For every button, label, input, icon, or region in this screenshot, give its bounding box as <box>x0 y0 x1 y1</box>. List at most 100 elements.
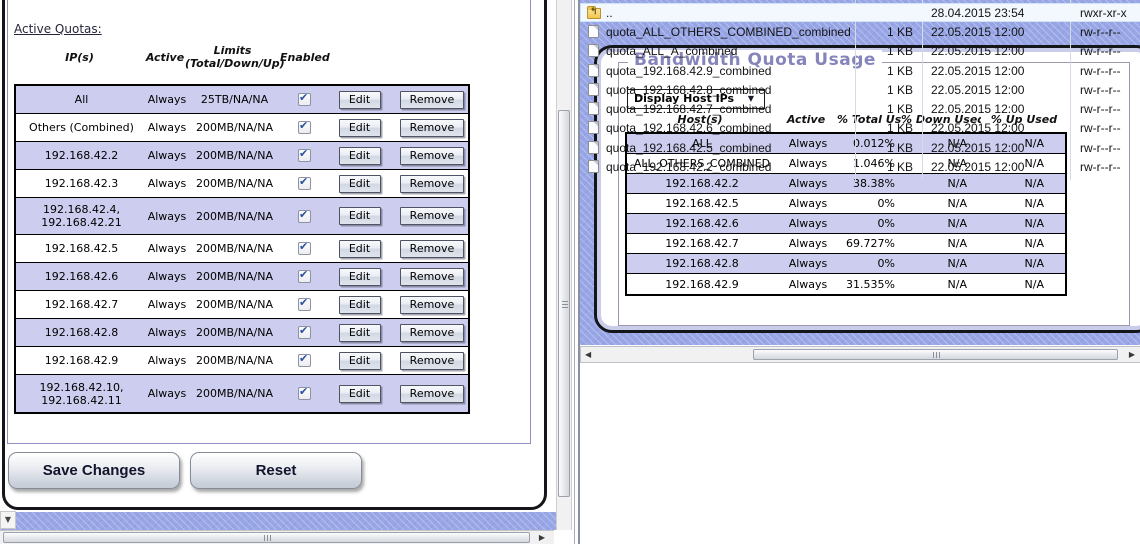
file-row[interactable]: quota_192.168.42.2_combined 1 KB 22.05.2… <box>580 157 1140 176</box>
remove-button[interactable]: Remove <box>400 385 464 403</box>
edit-button[interactable]: Edit <box>339 268 381 286</box>
remove-button[interactable]: Remove <box>400 119 464 137</box>
remove-button[interactable]: Remove <box>400 207 464 225</box>
file-row[interactable]: quota_192.168.42.6_combined 1 KB 22.05.2… <box>580 119 1140 138</box>
remove-button[interactable]: Remove <box>400 296 464 314</box>
file-permissions: rw-r--r-- <box>1070 44 1140 58</box>
right-horizontal-scrollbar-thumb[interactable] <box>753 349 1118 360</box>
quota-row: 192.168.42.6 Always 200MB/NA/NA ✔ Edit R… <box>16 263 468 291</box>
remove-button[interactable]: Remove <box>400 324 464 342</box>
file-size: 1 KB <box>855 102 922 116</box>
file-row[interactable]: quota_192.168.42.7_combined 1 KB 22.05.2… <box>580 99 1140 118</box>
quota-active: Always <box>147 387 187 400</box>
remove-button[interactable]: Remove <box>400 240 464 258</box>
edit-button[interactable]: Edit <box>339 240 381 258</box>
scroll-right-button[interactable]: ▶ <box>531 531 553 544</box>
up-arrow-glyph: ↰ <box>590 6 598 17</box>
quota-ips: 192.168.42.2 <box>16 149 147 162</box>
enabled-checkbox[interactable]: ✔ <box>298 177 311 190</box>
remove-button[interactable]: Remove <box>400 175 464 193</box>
arrow-down-icon: ▼ <box>5 515 11 524</box>
file-row[interactable]: quota_192.168.42.8_combined 1 KB 22.05.2… <box>580 80 1140 99</box>
file-row[interactable]: quota_192.168.42.9_combined 1 KB 22.05.2… <box>580 61 1140 80</box>
edit-button[interactable]: Edit <box>339 147 381 165</box>
checkmark-icon: ✔ <box>299 296 308 309</box>
remove-button[interactable]: Remove <box>400 91 464 109</box>
file-row[interactable]: quota_ALL_A_combined 1 KB 22.05.2015 12:… <box>580 42 1140 61</box>
file-size: 1 KB <box>855 25 922 39</box>
file-permissions: rw-r--r-- <box>1070 141 1140 155</box>
file-name: quota_192.168.42.6_combined <box>580 121 855 135</box>
enabled-checkbox[interactable]: ✔ <box>298 298 311 311</box>
enabled-checkbox[interactable]: ✔ <box>298 149 311 162</box>
usage-row: 192.168.42.6 Always 0% N/A N/A <box>627 214 1065 234</box>
usage-row: 192.168.42.5 Always 0% N/A N/A <box>627 194 1065 214</box>
quota-row: Others (Combined) Always 200MB/NA/NA ✔ E… <box>16 114 468 142</box>
checkmark-icon: ✔ <box>299 385 308 398</box>
edit-button[interactable]: Edit <box>339 207 381 225</box>
quota-row: All Always 25TB/NA/NA ✔ Edit Remove <box>16 86 468 114</box>
file-name: quota_192.168.42.9_combined <box>580 64 855 78</box>
file-name: quota_192.168.42.2_combined <box>580 160 855 174</box>
enabled-checkbox[interactable]: ✔ <box>298 270 311 283</box>
quota-active: Always <box>147 93 187 106</box>
file-row[interactable]: quota_192.168.42.5_combined 1 KB 22.05.2… <box>580 138 1140 157</box>
scroll-down-button[interactable]: ▼ <box>0 511 16 529</box>
file-permissions: rw-r--r-- <box>1070 102 1140 116</box>
quota-active: Always <box>147 177 187 190</box>
quota-row: 192.168.42.7 Always 200MB/NA/NA ✔ Edit R… <box>16 291 468 319</box>
edit-button[interactable]: Edit <box>339 175 381 193</box>
edit-button[interactable]: Edit <box>339 385 381 403</box>
quota-limits: 200MB/NA/NA <box>187 121 282 134</box>
left-horizontal-scrollbar[interactable] <box>0 530 554 544</box>
edit-button[interactable]: Edit <box>339 324 381 342</box>
checkmark-icon: ✔ <box>299 208 308 221</box>
enabled-checkbox[interactable]: ✔ <box>298 354 311 367</box>
reset-button[interactable]: Reset <box>190 452 362 489</box>
arrow-left-icon: ◀ <box>585 350 591 359</box>
enabled-checkbox[interactable]: ✔ <box>298 326 311 339</box>
usage-host: 192.168.42.9 <box>627 278 777 291</box>
left-vertical-scrollbar[interactable] <box>556 0 572 530</box>
enabled-checkbox[interactable]: ✔ <box>298 387 311 400</box>
checkmark-icon: ✔ <box>299 352 308 365</box>
file-date: 22.05.2015 12:00 <box>922 44 1070 58</box>
left-vertical-scrollbar-thumb[interactable] <box>558 110 570 497</box>
up-directory-icon: ↰ <box>587 8 601 19</box>
quota-limits: 200MB/NA/NA <box>187 298 282 311</box>
quota-row: 192.168.42.5 Always 200MB/NA/NA ✔ Edit R… <box>16 235 468 263</box>
file-permissions: rw-r--r-- <box>1070 83 1140 97</box>
enabled-checkbox[interactable]: ✔ <box>298 210 311 223</box>
usage-row: 192.168.42.2 Always 38.38% N/A N/A <box>627 174 1065 194</box>
file-size: 1 KB <box>855 160 922 174</box>
remove-button[interactable]: Remove <box>400 352 464 370</box>
quota-active: Always <box>147 270 187 283</box>
edit-button[interactable]: Edit <box>339 352 381 370</box>
file-icon <box>588 160 599 173</box>
enabled-checkbox[interactable]: ✔ <box>298 121 311 134</box>
file-row[interactable]: quota_ALL_OTHERS_COMBINED_combined 1 KB … <box>580 22 1140 41</box>
file-icon <box>588 141 599 154</box>
checkmark-icon: ✔ <box>299 175 308 188</box>
file-icon <box>588 25 599 38</box>
remove-button[interactable]: Remove <box>400 147 464 165</box>
right-horizontal-scrollbar[interactable]: ◀ ▶ <box>580 346 1140 363</box>
quota-limits: 200MB/NA/NA <box>187 354 282 367</box>
edit-button[interactable]: Edit <box>339 119 381 137</box>
quota-limits: 200MB/NA/NA <box>187 149 282 162</box>
usage-row: 192.168.42.8 Always 0% N/A N/A <box>627 254 1065 274</box>
edit-button[interactable]: Edit <box>339 296 381 314</box>
usage-down: N/A <box>903 278 983 291</box>
edit-button[interactable]: Edit <box>339 91 381 109</box>
remove-button[interactable]: Remove <box>400 268 464 286</box>
left-horizontal-scrollbar-thumb[interactable] <box>3 532 530 543</box>
usage-down: N/A <box>903 177 983 190</box>
usage-up: N/A <box>983 177 1069 190</box>
file-size: 1 KB <box>855 64 922 78</box>
arrow-right-icon: ▶ <box>1129 350 1135 359</box>
file-row[interactable]: ↰ .. 28.04.2015 23:54 rwxr-xr-x <box>580 3 1140 22</box>
enabled-checkbox[interactable]: ✔ <box>298 242 311 255</box>
enabled-checkbox[interactable]: ✔ <box>298 93 311 106</box>
save-changes-button[interactable]: Save Changes <box>8 452 180 489</box>
quota-limits: 200MB/NA/NA <box>187 387 282 400</box>
